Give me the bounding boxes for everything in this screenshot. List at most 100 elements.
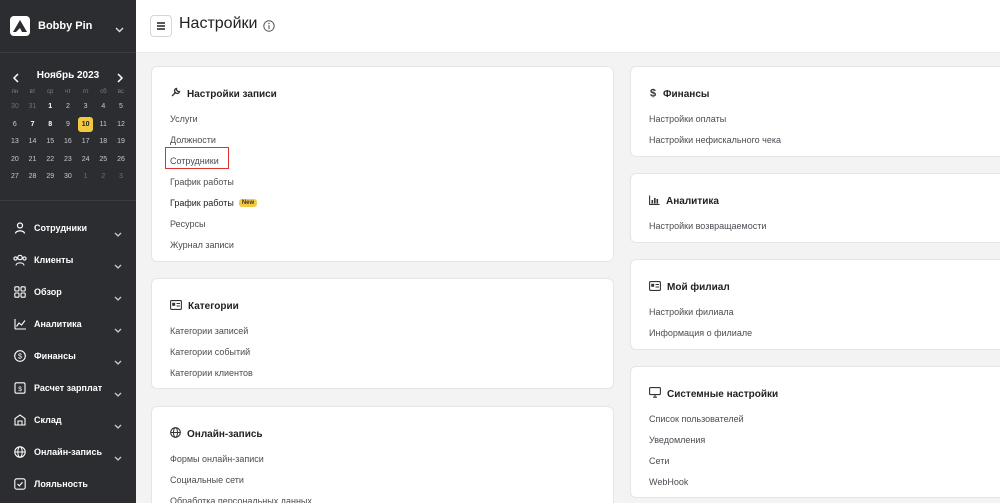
sidebar-item-label: Клиенты bbox=[34, 255, 74, 265]
link-resources[interactable]: Ресурсы bbox=[170, 213, 257, 234]
sidebar-item-online-booking[interactable]: Онлайн-запись bbox=[0, 436, 136, 468]
link-branch-settings[interactable]: Настройки филиала bbox=[649, 301, 752, 322]
brand-switcher[interactable]: Bobby Pin bbox=[0, 0, 136, 52]
sidebar-item-payroll[interactable]: $ Расчет зарплат bbox=[0, 372, 136, 404]
link-booking-categories[interactable]: Категории записей bbox=[170, 320, 253, 341]
sidebar-item-label: Финансы bbox=[34, 351, 76, 361]
card-links: Формы онлайн-записи Социальные сети Обра… bbox=[170, 448, 312, 503]
sidebar-item-label: Обзор bbox=[34, 287, 62, 297]
calendar-day[interactable]: 21 bbox=[24, 151, 42, 169]
calendar-day[interactable]: 30 bbox=[59, 168, 77, 186]
calendar-day[interactable]: 3 bbox=[112, 168, 130, 186]
calendar-day[interactable]: 5 bbox=[112, 98, 130, 116]
sidebar-item-warehouse[interactable]: Склад bbox=[0, 404, 136, 436]
calendar-day[interactable]: 27 bbox=[6, 168, 24, 186]
today-marker: 10 bbox=[78, 116, 94, 132]
link-schedule[interactable]: График работы bbox=[170, 171, 257, 192]
weekday-label: пн bbox=[11, 89, 19, 95]
link-services[interactable]: Услуги bbox=[170, 108, 257, 129]
calendar-day[interactable]: 2 bbox=[59, 98, 77, 116]
sidebar-item-clients[interactable]: Клиенты bbox=[0, 244, 136, 276]
calendar-day[interactable]: 2 bbox=[94, 168, 112, 186]
calendar-month-title: Ноябрь 2023 bbox=[36, 70, 100, 81]
link-branch-info[interactable]: Информация о филиале bbox=[649, 322, 752, 343]
link-user-list[interactable]: Список пользователей bbox=[649, 408, 744, 429]
calendar-day[interactable]: 18 bbox=[94, 133, 112, 151]
calendar-day[interactable]: 1 bbox=[77, 168, 95, 186]
link-event-categories[interactable]: Категории событий bbox=[170, 341, 253, 362]
link-webhook[interactable]: WebHook bbox=[649, 471, 744, 492]
calendar-day[interactable]: 3 bbox=[77, 98, 95, 116]
card-title: Онлайн-запись bbox=[187, 428, 263, 440]
calendar-day[interactable]: 25 bbox=[94, 151, 112, 169]
brand-name: Bobby Pin bbox=[38, 20, 93, 32]
link-payment-settings[interactable]: Настройки оплаты bbox=[649, 108, 781, 129]
id-card-icon bbox=[170, 297, 182, 315]
sidebar-item-employees[interactable]: Сотрудники bbox=[0, 212, 136, 244]
calendar-day[interactable]: 6 bbox=[6, 116, 24, 134]
sidebar-item-loyalty[interactable]: Лояльность bbox=[0, 468, 136, 500]
card-title: Финансы bbox=[663, 88, 710, 100]
calendar-day[interactable]: 8 bbox=[41, 116, 59, 134]
chevron-down-icon bbox=[114, 224, 122, 242]
calendar-day[interactable]: 13 bbox=[6, 133, 24, 151]
calendar-day[interactable]: 17 bbox=[77, 133, 95, 151]
link-retention-settings[interactable]: Настройки возвращаемости bbox=[649, 215, 766, 236]
card-header: Онлайн-запись bbox=[170, 425, 263, 443]
sidebar-item-label: Склад bbox=[34, 415, 62, 425]
calendar-day[interactable]: 19 bbox=[112, 133, 130, 151]
calendar-day[interactable]: 4 bbox=[94, 98, 112, 116]
calendar-day[interactable]: 23 bbox=[59, 151, 77, 169]
link-notifications[interactable]: Уведомления bbox=[649, 429, 744, 450]
globe-icon bbox=[13, 445, 27, 459]
link-networks[interactable]: Сети bbox=[649, 450, 744, 471]
page-title: Настройки bbox=[179, 15, 258, 32]
sidebar-item-label: Сотрудники bbox=[34, 223, 88, 233]
calendar-day[interactable]: 16 bbox=[59, 133, 77, 151]
calendar-day[interactable]: 26 bbox=[112, 151, 130, 169]
sidebar-item-label: Лояльность bbox=[34, 479, 88, 489]
calendar-day[interactable]: 30 bbox=[6, 98, 24, 116]
highlight-box bbox=[165, 147, 229, 169]
svg-text:$: $ bbox=[650, 88, 656, 99]
dollar-icon: $ bbox=[649, 85, 657, 103]
link-client-categories[interactable]: Категории клиентов bbox=[170, 362, 253, 383]
calendar-day[interactable]: 14 bbox=[24, 133, 42, 151]
divider bbox=[0, 200, 136, 201]
calendar-day[interactable]: 1 bbox=[41, 98, 59, 116]
calendar-day[interactable]: 11 bbox=[94, 116, 112, 134]
info-icon[interactable] bbox=[263, 19, 275, 37]
link-schedule-new[interactable]: График работы New bbox=[170, 192, 258, 213]
card-title: Мой филиал bbox=[667, 281, 730, 293]
monitor-icon bbox=[649, 385, 661, 403]
menu-toggle-button[interactable] bbox=[150, 15, 172, 37]
link-online-forms[interactable]: Формы онлайн-записи bbox=[170, 448, 312, 469]
link-social-networks[interactable]: Социальные сети bbox=[170, 469, 312, 490]
sidebar-item-analytics[interactable]: Аналитика bbox=[0, 308, 136, 340]
sidebar-item-finance[interactable]: $ Финансы bbox=[0, 340, 136, 372]
calendar-day[interactable]: 20 bbox=[6, 151, 24, 169]
link-personal-data[interactable]: Обработка персональных данных bbox=[170, 490, 312, 503]
calendar-day[interactable]: 28 bbox=[24, 168, 42, 186]
card-header: Категории bbox=[170, 297, 239, 315]
grid-icon bbox=[13, 285, 27, 299]
categories-card: Категории Категории записей Категории со… bbox=[151, 278, 614, 389]
card-header: Мой филиал bbox=[649, 278, 730, 296]
calendar-day[interactable]: 24 bbox=[77, 151, 95, 169]
card-links: Настройки оплаты Настройки нефискального… bbox=[649, 108, 781, 150]
sidebar-item-overview[interactable]: Обзор bbox=[0, 276, 136, 308]
calendar-day[interactable]: 29 bbox=[41, 168, 59, 186]
calendar-day-today[interactable]: 10 bbox=[77, 116, 95, 134]
link-booking-journal[interactable]: Журнал записи bbox=[170, 234, 257, 255]
calendar-day[interactable]: 7 bbox=[24, 116, 42, 134]
link-receipt-settings[interactable]: Настройки нефискального чека bbox=[649, 129, 781, 150]
calendar-day[interactable]: 31 bbox=[24, 98, 42, 116]
calendar-day[interactable]: 15 bbox=[41, 133, 59, 151]
calendar-day[interactable]: 9 bbox=[59, 116, 77, 134]
svg-text:$: $ bbox=[18, 386, 22, 393]
chevron-down-icon bbox=[114, 352, 122, 370]
calendar-day[interactable]: 22 bbox=[41, 151, 59, 169]
calendar-day[interactable]: 12 bbox=[112, 116, 130, 134]
chevron-down-icon bbox=[114, 448, 122, 466]
card-links: Список пользователей Уведомления Сети We… bbox=[649, 408, 744, 492]
